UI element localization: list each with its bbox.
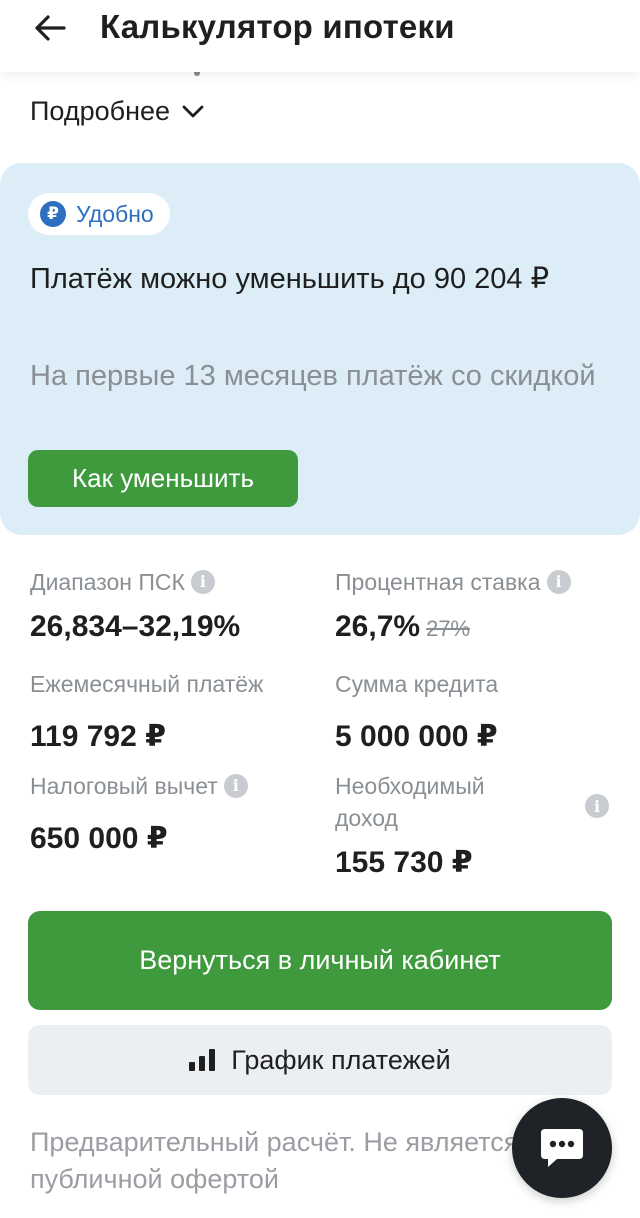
monthly-payment-block: Ежемесячный платёж 119 792 ₽ xyxy=(30,668,263,758)
required-income-label-line1: Необходимый xyxy=(335,773,485,799)
payment-schedule-button[interactable]: График платежей xyxy=(28,1025,612,1095)
required-income-label-line2: доход xyxy=(335,805,398,831)
chat-button[interactable] xyxy=(512,1098,612,1198)
loan-amount-value: 5 000 000 ₽ xyxy=(335,720,498,753)
chevron-down-icon xyxy=(182,105,204,117)
promo-title: Платёж можно уменьшить до 90 204 ₽ xyxy=(30,263,550,295)
psk-label: Диапазон ПСК xyxy=(30,569,185,595)
app-header: Калькулятор ипотеки xyxy=(0,0,640,72)
badge-label: Удобно xyxy=(76,200,154,227)
promo-card: ₽ Удобно Платёж можно уменьшить до 90 20… xyxy=(0,163,640,535)
monthly-payment-value: 119 792 ₽ xyxy=(30,720,166,753)
monthly-payment-label: Ежемесячный платёж xyxy=(30,671,264,697)
required-income-value: 155 730 ₽ xyxy=(335,846,473,879)
how-to-reduce-button[interactable]: Как уменьшить xyxy=(28,450,298,507)
ruble-icon: ₽ xyxy=(40,201,66,227)
psk-block: Диапазон ПСК i 26,834–32,19% xyxy=(30,566,240,648)
tax-deduction-label: Налоговый вычет xyxy=(30,773,218,799)
rate-block: Процентная ставка i 26,7% 27% xyxy=(335,566,571,650)
rate-value: 26,7% xyxy=(335,610,421,643)
tax-deduction-value: 650 000 ₽ xyxy=(30,822,168,855)
old-rate-value: 27% xyxy=(426,616,471,641)
required-income-block: Необходимый доход 155 730 ₽ i xyxy=(335,770,615,884)
page-title: Калькулятор ипотеки xyxy=(100,8,455,45)
payment-schedule-label: График платежей xyxy=(231,1044,451,1075)
details-label: Подробнее xyxy=(30,96,171,126)
rate-label: Процентная ставка xyxy=(335,569,541,595)
info-icon[interactable]: i xyxy=(546,570,571,594)
tax-deduction-block: Налоговый вычет i 650 000 ₽ xyxy=(30,770,248,860)
bar-chart-icon xyxy=(189,1049,216,1071)
info-icon[interactable]: i xyxy=(223,774,248,798)
details-toggle[interactable]: Подробнее xyxy=(30,96,204,127)
info-icon[interactable]: i xyxy=(585,794,609,818)
promo-subtitle: На первые 13 месяцев платёж со скидкой xyxy=(30,360,596,392)
chat-bubble-icon xyxy=(541,1129,583,1167)
back-to-cabinet-button[interactable]: Вернуться в личный кабинет xyxy=(28,911,612,1010)
scroll-remnant xyxy=(194,72,200,76)
arrow-left-icon xyxy=(35,15,66,41)
info-icon[interactable]: i xyxy=(190,570,215,594)
loan-amount-label: Сумма кредита xyxy=(335,671,499,697)
psk-value: 26,834–32,19% xyxy=(30,610,241,643)
loan-amount-block: Сумма кредита 5 000 000 ₽ xyxy=(335,668,498,758)
back-button[interactable] xyxy=(30,10,70,46)
convenient-badge: ₽ Удобно xyxy=(28,193,170,235)
